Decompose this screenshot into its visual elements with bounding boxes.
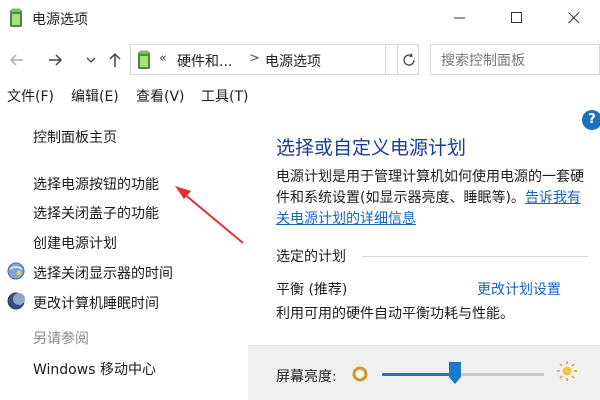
brightness-slider-fill — [382, 373, 455, 376]
balanced-plan-name[interactable]: 平衡 (推荐) — [276, 279, 347, 299]
windows-mobility-center-link[interactable]: Windows 移动中心 — [33, 359, 156, 379]
recent-locations-button[interactable] — [80, 49, 102, 71]
minimize-button[interactable] — [437, 0, 483, 36]
brightness-slider-track[interactable] — [382, 373, 544, 376]
search-input[interactable]: 搜索控制面板 — [430, 44, 600, 75]
brightness-bar: 屏幕亮度: — [248, 345, 600, 400]
section-divider — [362, 256, 588, 257]
forward-arrow-icon — [49, 54, 63, 66]
breadcrumb-separator[interactable]: > — [249, 51, 260, 66]
menu-edit[interactable]: 编辑(E) — [71, 86, 119, 106]
chevron-down-icon — [86, 57, 96, 63]
menu-tools[interactable]: 工具(T) — [201, 86, 248, 106]
up-button[interactable] — [104, 49, 126, 71]
breadcrumb-power-options[interactable]: 电源选项 — [265, 51, 321, 71]
back-arrow-icon — [9, 54, 23, 66]
help-icon[interactable]: ? — [582, 110, 600, 130]
menu-view[interactable]: 查看(V) — [136, 86, 185, 106]
window-title: 电源选项 — [32, 12, 88, 28]
brightness-bright-icon — [557, 361, 577, 381]
up-arrow-icon — [109, 52, 121, 67]
page-title: 选择或自定义电源计划 — [276, 137, 467, 159]
close-button[interactable] — [551, 0, 597, 36]
selected-plan-heading: 选定的计划 — [276, 249, 346, 265]
address-row: « 硬件和... > 电源选项 搜索控制面板 — [0, 40, 600, 78]
display-off-time-link[interactable]: 选择关闭显示器的时间 — [33, 263, 173, 283]
menu-bar: 文件(F) 编辑(E) 查看(V) 工具(T) — [0, 84, 600, 108]
lid-close-function-link[interactable]: 选择关闭盖子的功能 — [33, 203, 159, 223]
refresh-icon — [403, 53, 415, 66]
balanced-plan-description: 利用可用的硬件自动平衡功耗与性能。 — [276, 306, 514, 322]
plan-description: 电源计划是用于管理计算机如何使用电源的一套硬件和系统设置(如显示器亮度、睡眠等)… — [276, 167, 594, 230]
power-options-icon — [10, 8, 22, 27]
brightness-label: 屏幕亮度: — [276, 369, 337, 385]
title-bar: 电源选项 — [0, 0, 600, 36]
overflow-chevron[interactable]: « — [159, 51, 167, 66]
power-options-icon — [138, 50, 150, 69]
minimize-icon — [454, 17, 465, 19]
monitor-icon — [7, 262, 25, 280]
create-power-plan-link[interactable]: 创建电源计划 — [33, 233, 117, 253]
back-button[interactable] — [6, 49, 28, 71]
control-panel-home-link[interactable]: 控制面板主页 — [33, 127, 117, 147]
close-icon — [568, 12, 580, 24]
change-plan-settings-link[interactable]: 更改计划设置 — [477, 279, 561, 299]
moon-icon — [7, 292, 25, 310]
menu-file[interactable]: 文件(F) — [7, 86, 54, 106]
brightness-slider-thumb[interactable] — [449, 362, 461, 384]
forward-button[interactable] — [44, 49, 66, 71]
see-also-heading: 另请参阅 — [33, 331, 89, 347]
brightness-dim-icon — [352, 366, 368, 382]
maximize-icon — [511, 12, 522, 23]
breadcrumb-hardware[interactable]: 硬件和... — [177, 51, 232, 71]
power-button-function-link[interactable]: 选择电源按钮的功能 — [33, 174, 159, 194]
sleep-time-link[interactable]: 更改计算机睡眠时间 — [33, 293, 159, 313]
maximize-button[interactable] — [494, 0, 540, 36]
address-bar[interactable]: « 硬件和... > 电源选项 — [130, 44, 386, 75]
refresh-button[interactable] — [397, 44, 419, 75]
